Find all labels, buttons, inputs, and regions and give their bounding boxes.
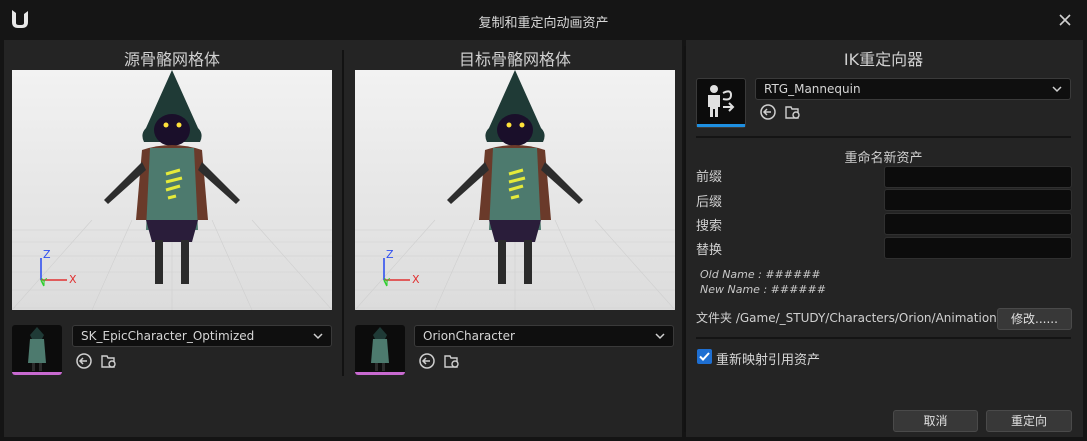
axis-z-label: Z — [43, 248, 51, 261]
retargeter-dropdown[interactable]: RTG_Mannequin — [755, 78, 1071, 100]
target-mesh-name: OrionCharacter — [423, 329, 515, 343]
close-icon[interactable] — [1055, 10, 1075, 30]
use-selected-asset-icon[interactable] — [418, 352, 436, 370]
suffix-input[interactable] — [884, 189, 1072, 211]
target-mesh-dropdown[interactable]: OrionCharacter — [414, 325, 674, 347]
chevron-down-icon — [655, 333, 665, 340]
prefix-input[interactable] — [884, 166, 1072, 188]
thumbnail-underline — [697, 124, 745, 127]
folder-label: 文件夹 — [696, 311, 733, 325]
retarget-button[interactable]: 重定向 — [986, 410, 1072, 432]
retargeter-thumbnail[interactable] — [696, 78, 746, 128]
source-mesh-title: 源骨骼网格体 — [123, 50, 220, 69]
modify-folder-button[interactable]: 修改...... — [997, 308, 1072, 330]
title-bar: 复制和重定向动画资产 — [0, 0, 1087, 40]
axis-y-label: Y — [41, 277, 48, 288]
folder-path-row: 文件夹 /Game/_STUDY/Characters/Orion/Animat… — [696, 309, 997, 326]
retargeter-asset-name: RTG_Mannequin — [764, 82, 861, 96]
remap-references-label: 重新映射引用资产 — [716, 353, 821, 368]
use-selected-asset-icon[interactable] — [759, 103, 777, 121]
axis-z-label: Z — [386, 248, 394, 261]
target-mesh-thumbnail[interactable] — [355, 325, 405, 375]
axis-y-label: Y — [384, 277, 391, 288]
browse-asset-icon[interactable] — [100, 352, 118, 370]
rename-section-title: 重命名新资产 — [844, 151, 923, 166]
target-mesh-title: 目标骨骼网格体 — [458, 50, 571, 69]
source-mesh-name: SK_EpicCharacter_Optimized — [81, 329, 255, 343]
replace-label: 替换 — [696, 243, 723, 258]
chevron-down-icon — [1052, 86, 1062, 93]
divider — [696, 136, 1071, 138]
folder-path: /Game/_STUDY/Characters/Orion/Animation — [735, 311, 997, 325]
panel-divider — [684, 46, 686, 432]
browse-asset-icon[interactable] — [784, 103, 802, 121]
replace-input[interactable] — [884, 237, 1072, 259]
axis-x-label: X — [412, 273, 420, 286]
thumbnail-underline — [12, 372, 62, 375]
cancel-button[interactable]: 取消 — [893, 410, 978, 432]
checkmark-icon — [699, 352, 710, 361]
target-viewport[interactable]: Z X Y — [355, 70, 675, 310]
window-title: 复制和重定向动画资产 — [478, 16, 609, 31]
panel-divider — [342, 50, 344, 376]
axis-x-label: X — [69, 273, 77, 286]
use-selected-asset-icon[interactable] — [75, 352, 93, 370]
suffix-label: 后缀 — [696, 195, 723, 210]
source-viewport[interactable]: Z X Y — [12, 70, 332, 310]
browse-asset-icon[interactable] — [443, 352, 461, 370]
divider — [696, 337, 1071, 339]
retarget-asset-icon — [708, 85, 735, 117]
new-name-preview: New Name : ###### — [700, 283, 826, 296]
thumbnail-underline — [355, 372, 405, 375]
source-mesh-thumbnail[interactable] — [12, 325, 62, 375]
source-mesh-dropdown[interactable]: SK_EpicCharacter_Optimized — [72, 325, 332, 347]
remap-references-checkbox[interactable] — [697, 349, 712, 364]
prefix-label: 前缀 — [696, 170, 723, 185]
ik-retargeter-title: IK重定向器 — [843, 50, 924, 69]
old-name-preview: Old Name : ###### — [700, 268, 821, 281]
search-input[interactable] — [884, 213, 1072, 235]
search-label: 搜索 — [696, 219, 723, 234]
chevron-down-icon — [313, 333, 323, 340]
